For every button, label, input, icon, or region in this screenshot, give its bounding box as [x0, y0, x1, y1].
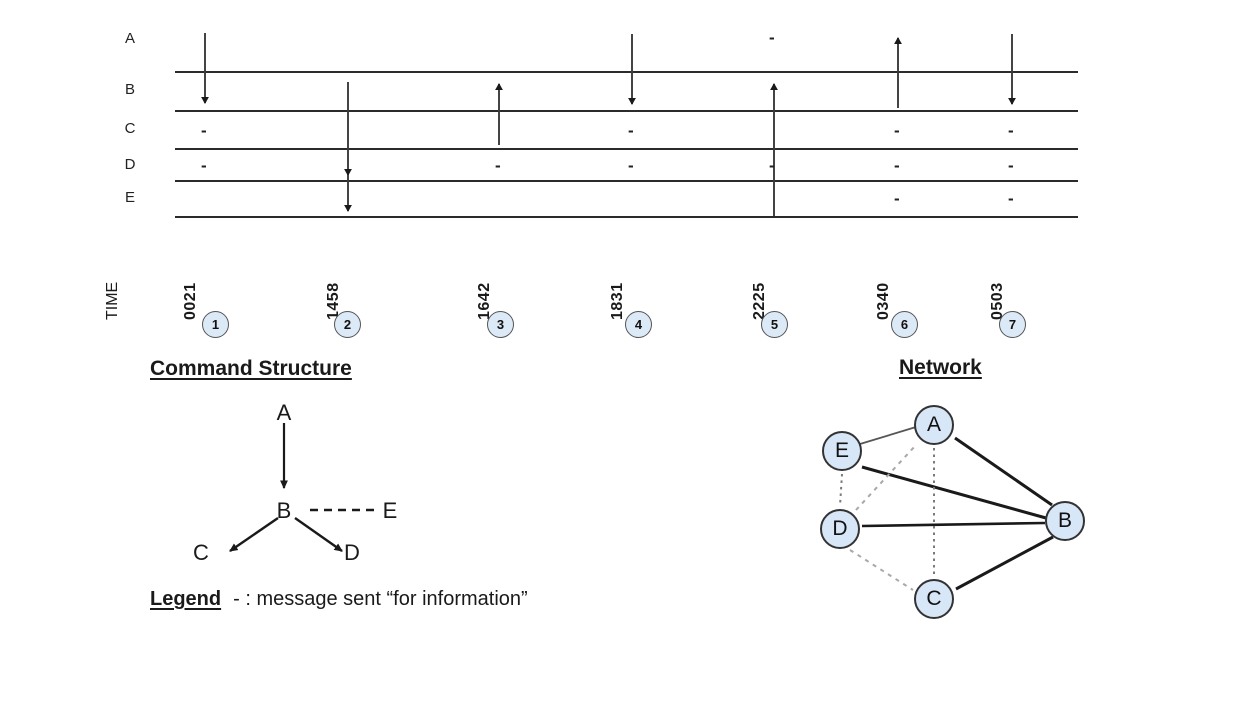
net-edge-a-d [855, 444, 917, 511]
legend-title: Legend [150, 588, 222, 610]
info-mark-e1-c: - [201, 121, 207, 140]
legend: Legend - : message sent “for information… [150, 588, 528, 611]
cmd-node-c: C [193, 540, 209, 565]
timeline-row-label-b: B [124, 81, 135, 98]
net-node-c[interactable]: C [914, 579, 954, 619]
info-mark-e6-c: - [894, 121, 900, 140]
cmd-node-e: E [382, 498, 398, 523]
cmd-node-b: B [276, 498, 292, 523]
event-marker-6[interactable]: 6 [891, 311, 918, 338]
timeline-row-label-d: D [124, 156, 136, 173]
info-mark-e1-d: - [201, 156, 207, 175]
time-label-4: 1831 [609, 282, 626, 320]
info-mark-e7-c: - [1008, 121, 1014, 140]
info-mark-e4-c: - [628, 121, 634, 140]
timeline-row-label-e: E [124, 189, 135, 206]
info-mark-e6-d: - [894, 156, 900, 175]
net-node-d[interactable]: D [820, 509, 860, 549]
net-node-b[interactable]: B [1045, 501, 1085, 541]
network-heading: Network [899, 356, 982, 379]
time-axis-title: TIME [104, 281, 121, 320]
net-edge-a-e [859, 426, 917, 445]
net-edge-a-b [954, 436, 1053, 507]
event-marker-2[interactable]: 2 [334, 311, 361, 338]
diagram-canvas: A B C D E - - - - - - - - - - - - - TIME… [0, 0, 1238, 709]
net-edge-e-d [839, 473, 843, 507]
legend-text: - : message sent “for information” [233, 588, 528, 610]
info-mark-e5-a: - [769, 28, 775, 47]
info-mark-e6-e: - [894, 189, 900, 208]
event-marker-7[interactable]: 7 [999, 311, 1026, 338]
net-edge-d-b [861, 521, 1046, 528]
event-marker-1[interactable]: 1 [202, 311, 229, 338]
timeline-gridlines [175, 70, 1078, 219]
cmd-node-d: D [344, 540, 360, 565]
timeline-arrows [201, 33, 1016, 216]
command-structure-heading: Command Structure [150, 357, 352, 380]
time-label-1: 0021 [182, 282, 199, 320]
timeline-row-label-c: C [124, 120, 136, 137]
info-mark-e7-e: - [1008, 189, 1014, 208]
timeline-row-label-a: A [124, 30, 135, 47]
cmd-edge-b-c [229, 517, 279, 552]
event-marker-3[interactable]: 3 [487, 311, 514, 338]
info-mark-e5-d: - [769, 156, 775, 175]
net-node-e[interactable]: E [822, 431, 862, 471]
info-mark-e3-d: - [495, 156, 501, 175]
net-edge-d-c [849, 549, 914, 591]
time-label-6: 0340 [875, 282, 892, 320]
cmd-edge-b-d [294, 517, 343, 552]
event-marker-4[interactable]: 4 [625, 311, 652, 338]
net-node-a[interactable]: A [914, 405, 954, 445]
info-mark-e7-d: - [1008, 156, 1014, 175]
cmd-node-a: A [276, 400, 292, 425]
info-mark-e4-d: - [628, 156, 634, 175]
event-marker-5[interactable]: 5 [761, 311, 788, 338]
net-edge-c-b [955, 535, 1054, 591]
